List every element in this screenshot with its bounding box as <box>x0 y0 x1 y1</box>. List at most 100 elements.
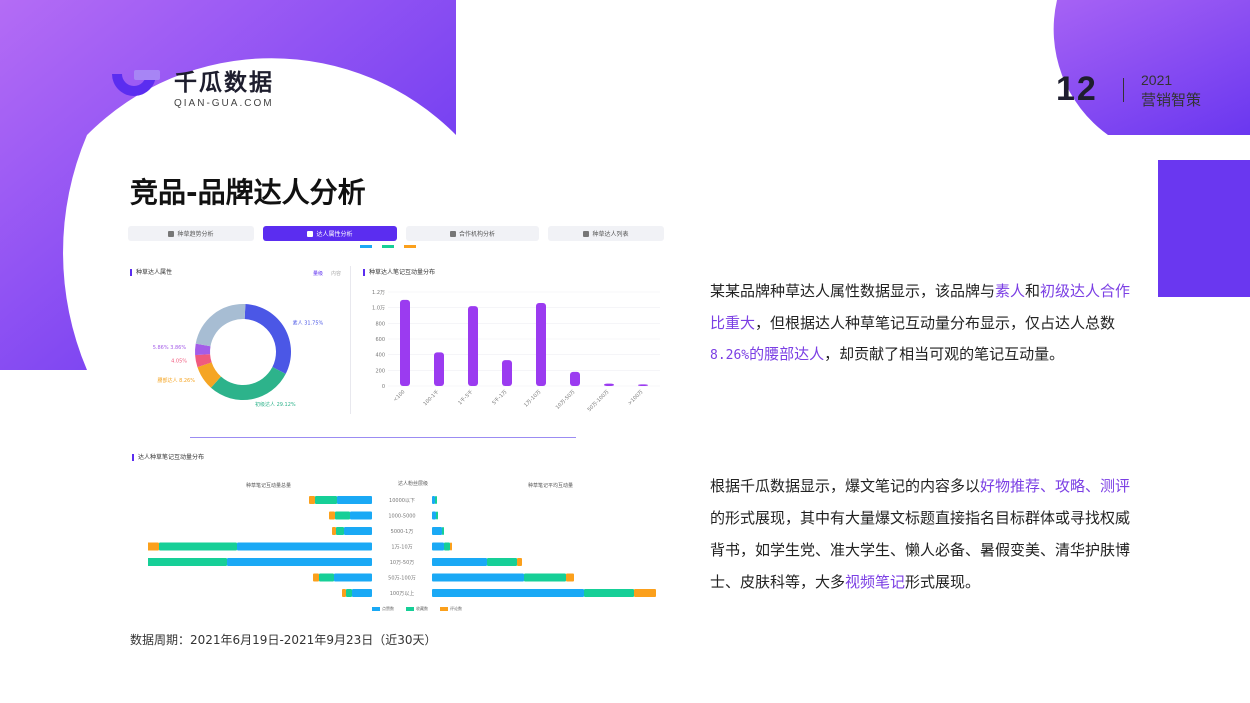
bar[interactable] <box>638 384 648 386</box>
donut-slice[interactable] <box>244 304 291 374</box>
bar[interactable] <box>536 302 546 386</box>
mini-legend <box>360 245 416 248</box>
bar-segment-right[interactable] <box>442 527 444 535</box>
header-total-interaction: 种草笔记互动量总量 <box>246 483 292 489</box>
category-label: 100万以上 <box>390 590 415 597</box>
donut-slice-label: 5.86% 3.86% <box>153 345 187 351</box>
bar-segment-right[interactable] <box>432 542 444 551</box>
bar-segment-left[interactable] <box>350 511 372 520</box>
bar-segment-right[interactable] <box>435 496 437 504</box>
legend-item: 评论数 <box>440 606 462 612</box>
y-tick-label: 0 <box>382 384 385 390</box>
bar-segment-left[interactable] <box>329 511 335 520</box>
x-tick-label: 100-1千 <box>422 388 441 407</box>
bar-segment-left[interactable] <box>237 542 372 551</box>
heart-icon <box>168 230 175 237</box>
x-tick-label: 50万-100万 <box>587 389 611 413</box>
user-icon <box>583 230 590 237</box>
bar[interactable] <box>502 360 512 386</box>
bar-segment-right[interactable] <box>517 558 522 566</box>
data-period: 数据周期：2021年6月19日-2021年9月23日（近30天） <box>130 633 437 647</box>
tab-agency-analysis[interactable]: 合作机构分析 <box>406 226 539 241</box>
bar-segment-right[interactable] <box>444 542 450 551</box>
decor-arc-top-right <box>942 0 1250 297</box>
blogger-attribute-donut-chart: 素人 31.75% 初级达人 29.12% 腰部达人 8.26% 4.05% 5.86%… <box>153 304 324 408</box>
x-tick-label: >100万 <box>627 389 644 406</box>
bar-segment-right[interactable] <box>432 496 435 504</box>
y-tick-label: 800 <box>375 321 385 327</box>
dashboard-screenshot: 种草趋势分析 达人属性分析 合作机构分析 种草达人列表 种草达人属性 量级 内容 … <box>128 226 664 626</box>
x-tick-label: 10万-50万 <box>555 389 577 411</box>
bar-segment-right[interactable] <box>450 542 452 551</box>
legend-item: 收藏数 <box>406 606 428 612</box>
page-title: 竞品-品牌达人分析 <box>130 176 366 209</box>
qiangua-logo-icon <box>112 70 160 96</box>
bar-segment-left[interactable] <box>342 589 346 597</box>
tab-label: 种草达人列表 <box>592 231 629 238</box>
analysis-paragraph-1: 某某品牌种草达人属性数据显示，该品牌与素人和初级达人合作比重大，但根据达人种草笔… <box>710 282 1131 363</box>
bar-segment-left[interactable] <box>336 527 344 535</box>
donut-slice-label: 素人 31.75% <box>293 319 324 326</box>
bar-segment-right[interactable] <box>432 558 487 566</box>
bar-segment-left[interactable] <box>346 589 352 597</box>
brand-logo: 千瓜数据 QIAN-GUA.COM <box>108 68 274 110</box>
donut-slice[interactable] <box>195 304 246 347</box>
bar[interactable] <box>570 371 580 386</box>
bar-segment-left[interactable] <box>319 573 334 582</box>
bar-segment-right[interactable] <box>566 573 574 582</box>
bar-segment-left[interactable] <box>313 573 319 582</box>
category-label: 10万-50万 <box>390 560 415 566</box>
bar-segment-right[interactable] <box>524 573 566 582</box>
tab-blogger-list[interactable]: 种草达人列表 <box>548 226 664 241</box>
x-tick-label: <100 <box>392 389 406 403</box>
interaction-distribution-bar-chart: 0 200 400 600 800 1.0万 1.2万 <100 100-1千 1千-5千 5千-1… <box>372 290 660 413</box>
bar-segment-left[interactable] <box>315 496 337 504</box>
y-tick-label: 600 <box>375 337 385 343</box>
bar-segment-left[interactable] <box>344 527 372 535</box>
y-tick-label: 200 <box>375 368 385 374</box>
bar-segment-right[interactable] <box>436 511 438 520</box>
bar-segment-left[interactable] <box>159 542 237 551</box>
analysis-paragraph-2: 根据千瓜数据显示，爆文笔记的内容多以好物推荐、攻略、测评的形式展现，其中有大量爆… <box>710 477 1131 591</box>
donut-slice-label: 初级达人 29.12% <box>255 401 296 408</box>
bar-segment-left[interactable] <box>148 542 159 551</box>
bar-segment-left[interactable] <box>352 589 372 597</box>
bar-segment-left[interactable] <box>334 573 372 582</box>
legend-item: 点赞数 <box>372 606 394 612</box>
header-divider <box>1123 78 1124 102</box>
donut-slice[interactable] <box>210 367 286 400</box>
fan-level-interaction-butterfly-chart: 10000以下 1000-5000 5000-1万 1万-10万 10万-50万 50万-… <box>148 496 656 597</box>
bar-segment-left[interactable] <box>337 496 372 504</box>
bar-segment-right[interactable] <box>584 589 634 597</box>
section-divider <box>190 437 576 438</box>
bar[interactable] <box>400 299 410 386</box>
bar[interactable] <box>434 352 444 386</box>
header-year: 2021 <box>1141 72 1173 88</box>
bar-segment-right[interactable] <box>432 589 584 597</box>
link-content[interactable]: 内容 <box>331 271 341 277</box>
bar-segment-right[interactable] <box>634 589 656 597</box>
bar-segment-left[interactable] <box>309 496 315 504</box>
right-panel-title: 种草达人笔记互动量分布 <box>363 269 435 276</box>
brand-name: 千瓜数据 <box>174 69 274 96</box>
doc-icon <box>307 230 314 237</box>
bar-segment-left[interactable] <box>335 511 350 520</box>
tab-blogger-attributes[interactable]: 达人属性分析 <box>263 226 397 241</box>
bar[interactable] <box>468 306 478 386</box>
bar-segment-right[interactable] <box>432 527 442 535</box>
tab-label: 合作机构分析 <box>458 231 495 238</box>
bar-segment-right[interactable] <box>432 511 436 520</box>
link-level[interactable]: 量级 <box>313 271 323 277</box>
bar[interactable] <box>604 383 614 386</box>
category-label: 5000-1万 <box>391 529 414 535</box>
category-label: 10000以下 <box>389 498 415 504</box>
bar-segment-right[interactable] <box>487 558 517 566</box>
bottom-legend: 点赞数 收藏数 评论数 <box>372 606 462 612</box>
bar-segment-left[interactable] <box>148 558 227 566</box>
header-fan-level: 达人粉丝层级 <box>398 481 429 487</box>
bar-segment-right[interactable] <box>432 573 524 582</box>
bar-segment-left[interactable] <box>332 527 336 535</box>
tab-trend-analysis[interactable]: 种草趋势分析 <box>128 226 254 241</box>
page-number: 12 <box>1056 70 1098 108</box>
bar-segment-left[interactable] <box>227 558 372 566</box>
